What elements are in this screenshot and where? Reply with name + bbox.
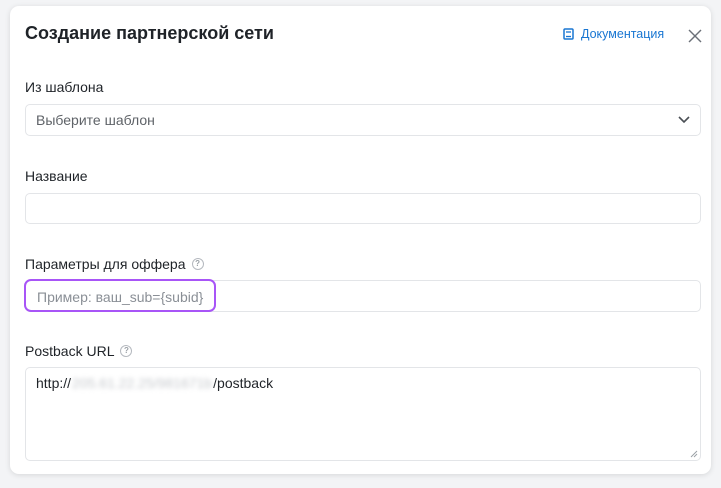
- postback-url-value: http:// 205.61.22.25/981671b /postback: [36, 375, 690, 391]
- chevron-down-icon: [678, 116, 690, 124]
- offer-params-placeholder: Пример: ваш_sub={subid}: [37, 289, 204, 305]
- offer-params-input[interactable]: Пример: ваш_sub={subid}: [25, 280, 701, 312]
- name-input[interactable]: [25, 193, 701, 224]
- help-icon[interactable]: ?: [191, 258, 204, 270]
- close-button[interactable]: [688, 29, 702, 43]
- help-icon[interactable]: ?: [120, 345, 133, 357]
- postback-url-label: Postback URL ?: [25, 343, 133, 359]
- create-affiliate-network-modal: Создание партнерской сети Документация И…: [10, 6, 711, 474]
- resize-grip-icon[interactable]: [690, 450, 698, 458]
- name-label-text: Название: [25, 168, 88, 184]
- postback-url-label-text: Postback URL: [25, 343, 115, 359]
- template-label: Из шаблона: [25, 79, 103, 95]
- postback-url-redacted: 205.61.22.25/981671b: [72, 375, 213, 391]
- close-icon: [688, 29, 702, 43]
- postback-url-prefix: http://: [36, 375, 72, 391]
- template-label-text: Из шаблона: [25, 79, 104, 95]
- offer-params-label-text: Параметры для оффера: [25, 256, 186, 272]
- offer-params-label: Параметры для оффера ?: [25, 256, 204, 272]
- book-icon: [563, 28, 574, 40]
- modal-title: Создание партнерской сети: [25, 23, 274, 43]
- name-label: Название: [25, 168, 88, 184]
- postback-url-suffix: /postback: [213, 375, 274, 391]
- documentation-link-label: Документация: [581, 27, 665, 41]
- postback-url-textarea[interactable]: http:// 205.61.22.25/981671b /postback: [25, 367, 701, 461]
- documentation-link[interactable]: Документация: [563, 27, 664, 41]
- template-select[interactable]: Выберите шаблон: [25, 104, 701, 136]
- template-select-value: Выберите шаблон: [36, 112, 155, 128]
